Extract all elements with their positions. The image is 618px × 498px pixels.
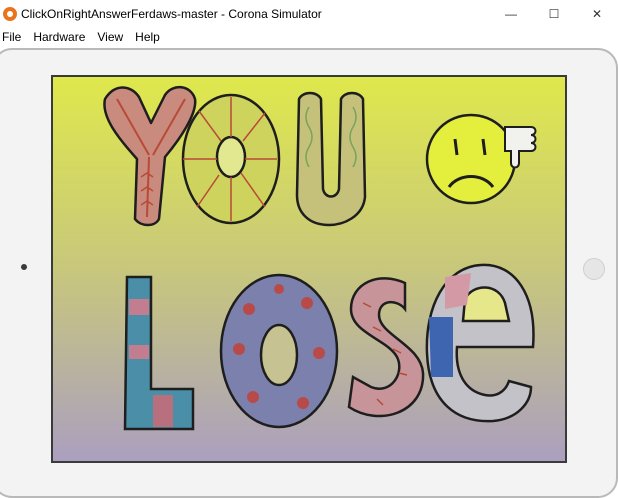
- menu-hardware[interactable]: Hardware: [27, 28, 91, 46]
- letter-o-top: [181, 93, 281, 225]
- letter-o-bottom: [219, 273, 339, 429]
- corona-logo-icon: [3, 7, 17, 21]
- menu-help[interactable]: Help: [129, 28, 166, 46]
- menu-view[interactable]: View: [91, 28, 129, 46]
- letter-u: [295, 91, 367, 227]
- camera-icon: [21, 264, 27, 270]
- you-lose-artwork: [103, 86, 537, 431]
- minimize-button[interactable]: —: [489, 0, 533, 28]
- menu-bar: File Hardware View Help: [0, 28, 618, 46]
- home-button[interactable]: [583, 258, 605, 280]
- letter-s: [347, 277, 425, 418]
- close-button[interactable]: ✕: [575, 0, 618, 28]
- menu-file[interactable]: File: [0, 28, 27, 46]
- game-screen[interactable]: YOU LOSE: [51, 75, 567, 463]
- letter-y: [103, 86, 197, 227]
- window-titlebar: ClickOnRightAnswerFerdaws-master - Coron…: [0, 0, 618, 28]
- window-title: ClickOnRightAnswerFerdaws-master - Coron…: [21, 7, 322, 21]
- sad-face-icon: [425, 113, 517, 205]
- maximize-button[interactable]: ☐: [532, 0, 576, 28]
- letter-e: [425, 263, 535, 423]
- device-simulator: YOU LOSE: [0, 46, 618, 498]
- letter-l: [123, 275, 195, 431]
